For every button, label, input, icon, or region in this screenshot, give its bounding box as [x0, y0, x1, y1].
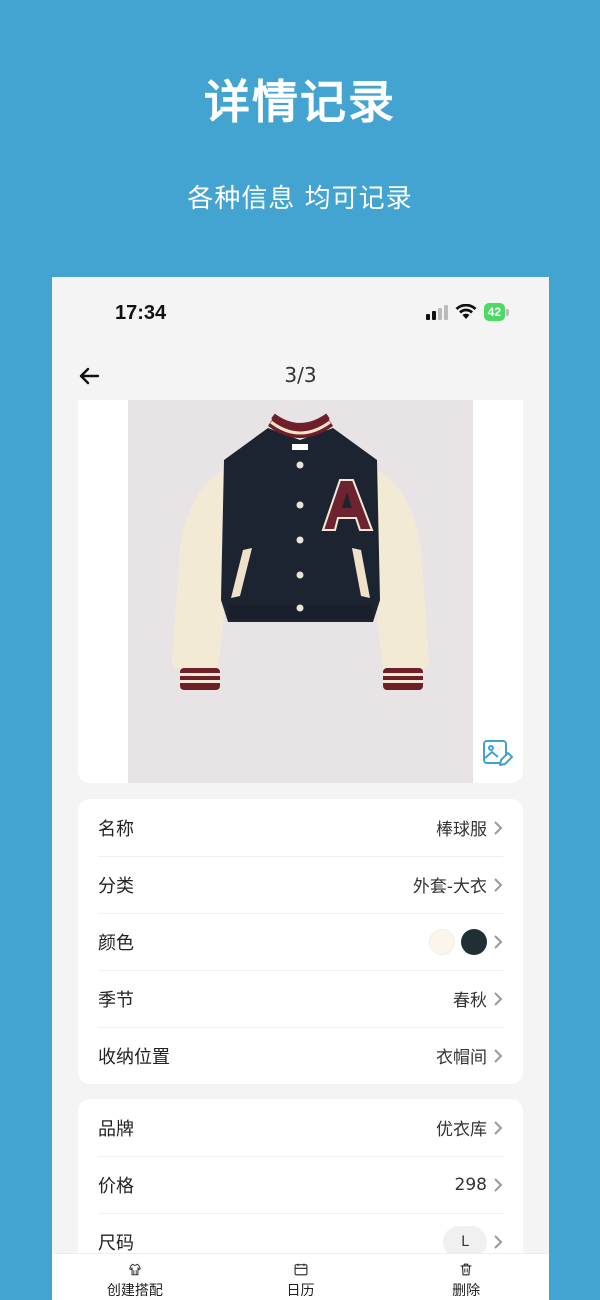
item-image-card [78, 400, 523, 783]
detail-value: 棒球服 [436, 820, 487, 840]
chevron-right-icon [494, 1177, 503, 1192]
detail-value: 外套-大衣 [412, 877, 487, 897]
wifi-icon [455, 304, 477, 319]
calendar-icon [294, 1263, 307, 1276]
extra-card: 品牌 优衣库 价格 298 尺码 L [78, 1099, 523, 1270]
color-swatch [461, 928, 487, 955]
edit-image-button[interactable] [481, 737, 513, 769]
tab-delete[interactable]: 删除 [383, 1254, 549, 1300]
detail-row-season[interactable]: 季节 春秋 [78, 970, 523, 1027]
detail-value: 298 [454, 1174, 487, 1195]
chevron-right-icon [494, 877, 503, 892]
color-swatch [429, 928, 455, 955]
detail-value: 优衣库 [436, 1120, 487, 1140]
detail-label: 尺码 [98, 1232, 134, 1254]
detail-label: 收纳位置 [98, 1046, 170, 1068]
detail-label: 分类 [98, 875, 134, 897]
phone-screen: 17:34 42 3/3 名称 棒球服 分类 外套-大衣 颜色 季节 春秋 收纳… [52, 277, 549, 1300]
chevron-right-icon [494, 934, 503, 949]
nav-bar: 3/3 [52, 355, 549, 405]
tab-label: 创建搭配 [106, 1283, 163, 1299]
tab-calendar[interactable]: 日历 [218, 1254, 384, 1300]
tab-create-outfit[interactable]: 创建搭配 [52, 1254, 218, 1300]
detail-value: 衣帽间 [436, 1048, 487, 1068]
bottom-tab-bar: 创建搭配 日历 删除 [52, 1253, 549, 1300]
item-photo[interactable] [128, 400, 473, 783]
tab-label: 日历 [286, 1283, 315, 1299]
battery-level: 42 [483, 303, 505, 321]
detail-row-color[interactable]: 颜色 [78, 913, 523, 970]
detail-row-price[interactable]: 价格 298 [78, 1156, 523, 1213]
status-icons: 42 [425, 303, 509, 321]
detail-label: 品牌 [98, 1118, 134, 1140]
image-edit-icon [483, 740, 513, 766]
detail-row-category[interactable]: 分类 外套-大衣 [78, 856, 523, 913]
tab-label: 删除 [452, 1283, 481, 1299]
detail-label: 颜色 [98, 932, 134, 954]
promo-subtitle: 各种信息 均可记录 [187, 184, 413, 214]
details-card: 名称 棒球服 分类 外套-大衣 颜色 季节 春秋 收纳位置 衣帽间 [78, 799, 523, 1084]
status-time: 17:34 [115, 302, 167, 324]
battery-icon: 42 [483, 303, 509, 321]
detail-row-name[interactable]: 名称 棒球服 [78, 799, 523, 856]
detail-label: 名称 [98, 818, 134, 840]
chevron-right-icon [494, 1234, 503, 1249]
outfit-icon [129, 1263, 141, 1276]
promo-title: 详情记录 [204, 75, 396, 129]
detail-value: 春秋 [453, 991, 487, 1011]
chevron-right-icon [494, 820, 503, 835]
status-bar: 17:34 42 [52, 277, 549, 349]
chevron-right-icon [494, 1120, 503, 1135]
varsity-jacket-image [172, 413, 429, 690]
detail-label: 季节 [98, 989, 134, 1011]
detail-label: 价格 [98, 1175, 134, 1197]
page-counter: 3/3 [284, 363, 317, 387]
trash-icon [460, 1263, 472, 1276]
chevron-right-icon [494, 991, 503, 1006]
detail-row-storage[interactable]: 收纳位置 衣帽间 [78, 1027, 523, 1084]
signal-icon [425, 304, 448, 320]
detail-row-brand[interactable]: 品牌 优衣库 [78, 1099, 523, 1156]
chevron-right-icon [494, 1048, 503, 1063]
